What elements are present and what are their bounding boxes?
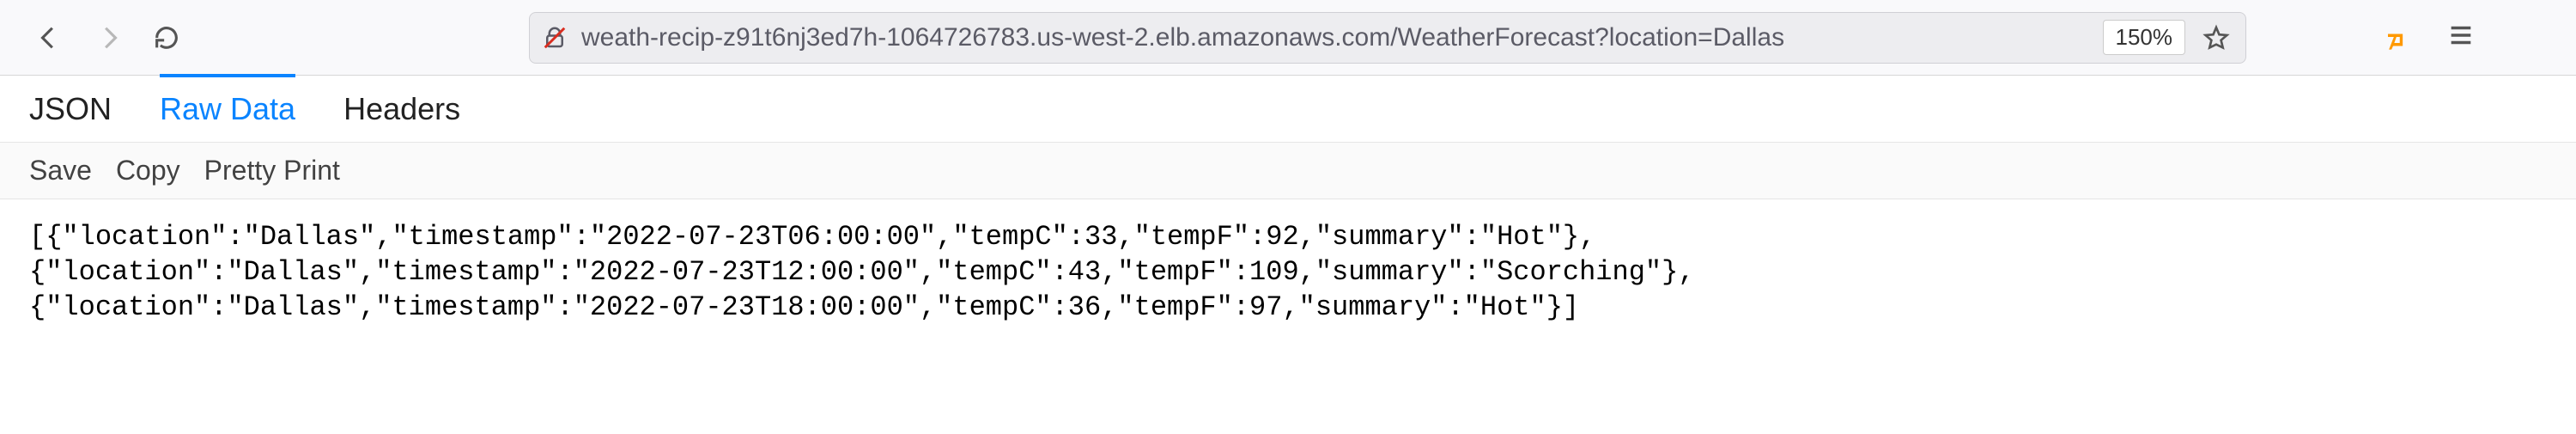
pretty-print-button[interactable]: Pretty Print — [204, 155, 340, 186]
raw-line: {"location":"Dallas","timestamp":"2022-0… — [29, 256, 1695, 288]
json-viewer-actions: Save Copy Pretty Print — [0, 143, 2576, 199]
tab-json[interactable]: JSON — [29, 76, 112, 142]
tab-raw-data[interactable]: Raw Data — [160, 74, 295, 140]
tab-headers[interactable]: Headers — [343, 76, 460, 142]
reload-button[interactable] — [143, 14, 191, 62]
zoom-badge[interactable]: 150% — [2103, 20, 2186, 55]
menu-button[interactable] — [2446, 21, 2476, 54]
browser-toolbar: weath-recip-z91t6nj3ed7h-1064726783.us-w… — [0, 0, 2576, 76]
raw-json-content: [{"location":"Dallas","timestamp":"2022-… — [0, 199, 2576, 346]
reload-icon — [152, 23, 181, 52]
raw-line: {"location":"Dallas","timestamp":"2022-0… — [29, 291, 1579, 323]
arrow-left-icon — [35, 23, 64, 52]
copy-button[interactable]: Copy — [116, 155, 180, 186]
extension-icon[interactable]: ܡ — [2387, 23, 2403, 52]
hamburger-icon — [2446, 21, 2476, 50]
raw-line: [{"location":"Dallas","timestamp":"2022-… — [29, 221, 1595, 253]
save-button[interactable]: Save — [29, 155, 92, 186]
arrow-right-icon — [94, 23, 123, 52]
star-icon — [2202, 24, 2230, 52]
json-viewer-tabs: JSON Raw Data Headers — [0, 76, 2576, 143]
toolbar-right: ܡ — [2387, 21, 2476, 54]
back-button[interactable] — [26, 14, 74, 62]
forward-button[interactable] — [84, 14, 132, 62]
url-text: weath-recip-z91t6nj3ed7h-1064726783.us-w… — [581, 23, 2091, 52]
bookmark-button[interactable] — [2197, 19, 2235, 57]
insecure-icon — [540, 23, 569, 52]
address-bar[interactable]: weath-recip-z91t6nj3ed7h-1064726783.us-w… — [529, 12, 2246, 64]
